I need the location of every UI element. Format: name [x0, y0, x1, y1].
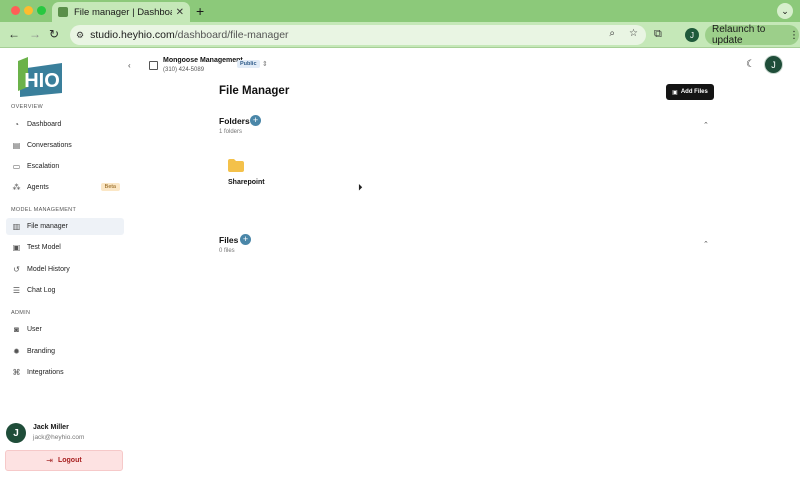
- site-info-icon[interactable]: ⚙: [76, 30, 84, 41]
- sidebar-item-model-history[interactable]: ↺ Model History: [6, 261, 124, 278]
- relaunch-label: Relaunch to update: [712, 24, 766, 46]
- extensions-icon[interactable]: ⧉: [654, 28, 662, 41]
- add-files-button[interactable]: ▣ Add Files: [666, 84, 714, 100]
- url-path: /dashboard/file-manager: [174, 29, 289, 41]
- agents-icon: ⁂: [12, 183, 21, 192]
- section-model-management: MODEL MANAGEMENT: [11, 207, 77, 213]
- sidebar-item-test-model[interactable]: ▣ Test Model: [6, 239, 124, 256]
- favicon-icon: [58, 7, 68, 17]
- folders-title: Folders: [219, 116, 250, 126]
- logout-icon: ⇥: [46, 456, 53, 465]
- section-overview: OVERVIEW: [11, 104, 43, 110]
- org-switcher-icon[interactable]: ⇕: [262, 60, 268, 68]
- sidebar-item-dashboard[interactable]: ◔ Dashboard: [6, 116, 124, 133]
- url-host: studio.heyhio.com: [90, 29, 175, 41]
- org-name[interactable]: Mongoose Management: [163, 57, 243, 64]
- user-icon: ◙: [14, 325, 19, 334]
- upload-icon: ▣: [672, 89, 678, 96]
- page-title: File Manager: [219, 85, 290, 97]
- relaunch-button[interactable]: Relaunch to update ⋮: [705, 24, 799, 46]
- user-avatar[interactable]: J: [6, 423, 26, 443]
- collapse-sidebar-icon[interactable]: ‹: [128, 61, 131, 70]
- minimize-window-button[interactable]: [24, 6, 33, 15]
- sidebar-item-agents[interactable]: ⁂ Agents Beta: [6, 179, 124, 196]
- zoom-icon[interactable]: ⌕: [609, 28, 615, 39]
- new-tab-icon[interactable]: +: [196, 3, 204, 19]
- section-admin: ADMIN: [11, 310, 31, 316]
- sidebar-item-conversations[interactable]: ▤ Conversations: [6, 137, 124, 154]
- cursor-icon: ⏵: [358, 182, 363, 192]
- sidebar-item-chat-log[interactable]: ☰ Chat Log: [6, 282, 124, 299]
- address-bar[interactable]: ⚙ studio.heyhio.com/dashboard/file-manag…: [70, 25, 646, 45]
- dashboard-icon: ◔: [14, 120, 19, 129]
- header-avatar[interactable]: J: [764, 55, 783, 74]
- logout-label: Logout: [57, 457, 82, 464]
- folder-icon[interactable]: [228, 159, 244, 172]
- logout-button[interactable]: ⇥ Logout: [5, 450, 123, 471]
- public-badge: Public: [237, 60, 260, 68]
- folder-name[interactable]: Sharepoint: [228, 179, 265, 186]
- collapse-files-icon[interactable]: ⌃: [703, 240, 709, 248]
- browser-tab[interactable]: File manager | Dashboard - H ✕: [52, 2, 190, 22]
- tab-title: File manager | Dashboard - H: [74, 6, 172, 18]
- sidebar-item-file-manager[interactable]: ▥ File manager: [6, 218, 124, 235]
- sidebar-item-user[interactable]: ◙ User: [6, 321, 124, 338]
- close-tab-icon[interactable]: ✕: [176, 7, 184, 18]
- sidebar-item-branding[interactable]: ✹ Branding: [6, 343, 124, 360]
- chat-log-icon: ☰: [12, 286, 21, 295]
- integrations-icon: ⌘: [12, 368, 21, 377]
- close-window-button[interactable]: [11, 6, 20, 15]
- test-model-icon: ▣: [12, 243, 21, 252]
- browser-toolbar: ← → ↻ ⚙ studio.heyhio.com/dashboard/file…: [0, 22, 800, 48]
- history-icon: ↺: [13, 265, 20, 274]
- add-file-icon[interactable]: +: [240, 234, 251, 245]
- escalation-icon: ▭: [12, 162, 21, 171]
- bookmark-star-icon[interactable]: ☆: [629, 28, 638, 39]
- sidebar: HIO OVERVIEW ◔ Dashboard ▤ Conversations…: [0, 49, 130, 487]
- back-icon[interactable]: ←: [8, 27, 20, 41]
- conversations-icon: ▤: [12, 141, 21, 150]
- files-count: 0 files: [219, 248, 235, 254]
- reload-icon[interactable]: ↻: [49, 27, 59, 41]
- add-folder-icon[interactable]: +: [250, 115, 261, 126]
- folders-count: 1 folders: [219, 129, 243, 135]
- forward-icon[interactable]: →: [29, 27, 41, 41]
- logo-text: HIO: [24, 70, 60, 92]
- user-name: Jack Miller: [33, 424, 69, 431]
- sidebar-item-integrations[interactable]: ⌘ Integrations: [6, 364, 124, 381]
- profile-avatar[interactable]: J: [685, 28, 699, 42]
- collapse-folders-icon[interactable]: ⌃: [703, 121, 709, 129]
- more-menu-icon[interactable]: ⋮: [789, 30, 799, 41]
- sidebar-item-escalation[interactable]: ▭ Escalation: [6, 158, 124, 175]
- dark-mode-icon[interactable]: ☾: [746, 59, 755, 70]
- building-icon: [149, 61, 158, 70]
- add-files-label: Add Files: [680, 89, 708, 95]
- branding-icon: ✹: [13, 347, 20, 356]
- hio-logo[interactable]: HIO: [18, 57, 64, 97]
- user-email: jack@heyhio.com: [33, 434, 85, 441]
- beta-badge: Beta: [100, 183, 120, 191]
- files-title: Files: [219, 235, 239, 245]
- file-manager-icon: ▥: [12, 222, 21, 231]
- maximize-window-button[interactable]: [37, 6, 46, 15]
- browser-tab-strip: File manager | Dashboard - H ✕ + ⌄: [0, 0, 800, 22]
- tab-search-icon[interactable]: ⌄: [777, 3, 793, 19]
- org-phone: (310) 424-5089: [163, 67, 205, 73]
